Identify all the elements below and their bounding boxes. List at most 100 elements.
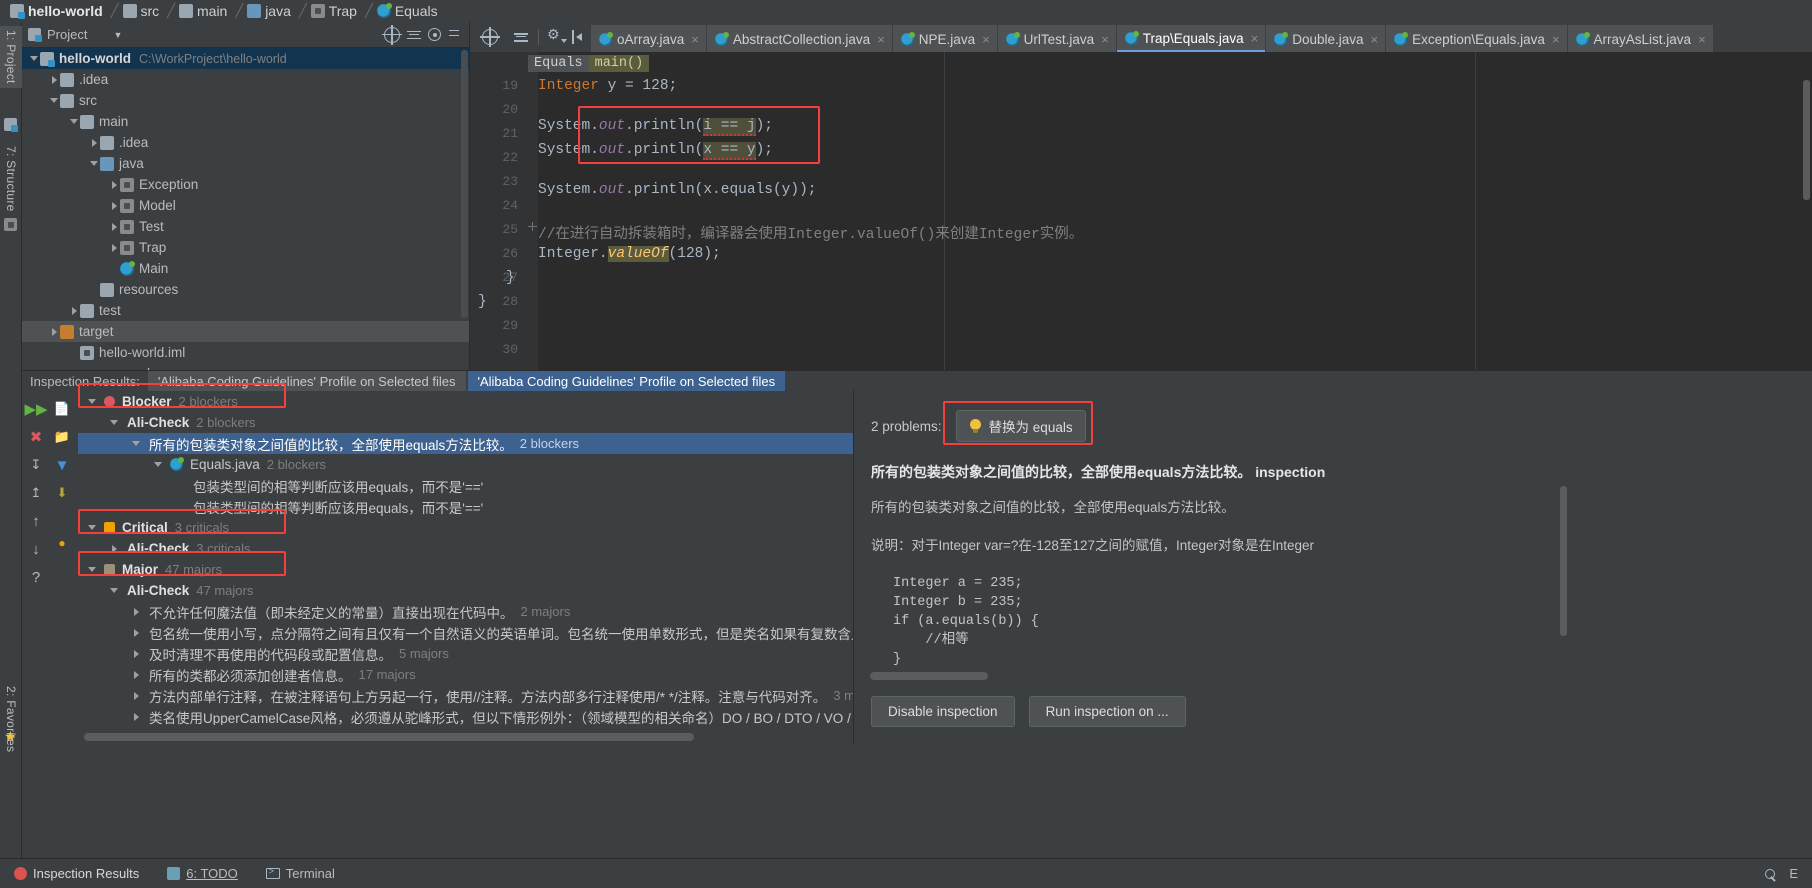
- project-tree-item[interactable]: hello-worldC:\WorkProject\hello-world: [22, 48, 469, 69]
- project-tree-item[interactable]: java: [22, 153, 469, 174]
- tree-toggle-down-icon[interactable]: [86, 525, 98, 530]
- next-occurrence-icon[interactable]: ↓: [26, 539, 46, 559]
- close-icon[interactable]: ×: [982, 32, 990, 47]
- project-tree-item[interactable]: Test: [22, 216, 469, 237]
- breadcrumb-item-java[interactable]: java: [245, 0, 297, 22]
- inspection-tree-item[interactable]: 包装类型间的相等判断应该用equals，而不是'==': [78, 496, 875, 517]
- tree-toggle-down-icon[interactable]: [86, 399, 98, 404]
- close-icon[interactable]: ×: [1698, 32, 1706, 47]
- code-viewport[interactable]: 192021222324252627282930 Equals main() I…: [470, 52, 1812, 370]
- tree-toggle-right-icon[interactable]: [108, 223, 120, 231]
- detail-vertical-scrollbar[interactable]: [1560, 486, 1567, 636]
- tree-toggle-right-icon[interactable]: [108, 202, 120, 210]
- inspection-horizontal-scrollbar[interactable]: [84, 733, 694, 741]
- inspection-tree-item[interactable]: Ali-Check2 blockers: [78, 412, 875, 433]
- tree-toggle-down-icon[interactable]: [88, 161, 100, 166]
- tree-toggle-right-icon[interactable]: [108, 181, 120, 189]
- inspection-tree-item[interactable]: 包名统一使用小写，点分隔符之间有且仅有一个自然语义的英语单词。包名统一使用单数形…: [78, 622, 875, 643]
- editor-tab[interactable]: AbstractCollection.java×: [707, 25, 892, 52]
- tree-toggle-right-icon[interactable]: [130, 713, 142, 721]
- gear-icon[interactable]: [428, 28, 441, 41]
- editor-tab[interactable]: oArray.java×: [591, 25, 706, 52]
- filter-icon[interactable]: ▼: [52, 455, 72, 475]
- status-todo[interactable]: 6: TODO: [153, 866, 252, 881]
- close-icon[interactable]: ×: [1552, 32, 1560, 47]
- help-icon[interactable]: ?: [26, 567, 46, 587]
- inspection-tree-item[interactable]: 包装类型间的相等判断应该用equals，而不是'==': [78, 475, 875, 496]
- sidebar-tab-project[interactable]: 1: Project: [0, 26, 22, 88]
- split-editor-icon[interactable]: [571, 30, 585, 44]
- editor-tab[interactable]: NPE.java×: [893, 25, 997, 52]
- collapse-all-icon[interactable]: ↥: [26, 483, 46, 503]
- tree-toggle-down-icon[interactable]: [48, 98, 60, 103]
- detail-horizontal-scrollbar[interactable]: [870, 672, 988, 680]
- tree-toggle-down-icon[interactable]: [86, 567, 98, 572]
- close-icon[interactable]: ×: [691, 32, 699, 47]
- editor-tab[interactable]: UrlTest.java×: [998, 25, 1116, 52]
- breadcrumb-item-hello-world[interactable]: hello-world: [8, 0, 109, 22]
- status-terminal[interactable]: Terminal: [252, 866, 349, 881]
- inspection-tree-item[interactable]: Ali-Check3 criticals: [78, 538, 875, 559]
- export-icon[interactable]: 📄: [52, 399, 72, 419]
- project-tree-item[interactable]: .idea: [22, 69, 469, 90]
- inspection-tree-item[interactable]: 所有的类都必须添加创建者信息。17 majors: [78, 664, 875, 685]
- inspection-tree-item[interactable]: 所有的包装类对象之间值的比较，全部使用equals方法比较。2 blockers: [78, 433, 875, 454]
- close-icon[interactable]: ×: [1101, 32, 1109, 47]
- scroll-to-source-icon[interactable]: [482, 29, 498, 45]
- run-inspection-button[interactable]: Run inspection on ...: [1029, 696, 1186, 727]
- editor-tab[interactable]: Double.java×: [1266, 25, 1385, 52]
- tree-toggle-down-icon[interactable]: [108, 588, 120, 593]
- inspection-tree-item[interactable]: Major47 majors: [78, 559, 875, 580]
- tree-toggle-right-icon[interactable]: [130, 629, 142, 637]
- tree-toggle-right-icon[interactable]: [130, 692, 142, 700]
- tree-toggle-down-icon[interactable]: [68, 119, 80, 124]
- chevron-down-icon[interactable]: ▼: [113, 30, 122, 40]
- sidebar-tab-favorites[interactable]: 2: Favorites: [0, 682, 22, 756]
- editor-tab[interactable]: ArrayAsList.java×: [1568, 25, 1713, 52]
- inspection-tree-item[interactable]: 不允许任何魔法值（即未经定义的常量）直接出现在代码中。2 majors: [78, 601, 875, 622]
- project-tree-item[interactable]: Exception: [22, 174, 469, 195]
- close-icon[interactable]: ×: [1251, 31, 1259, 46]
- scroll-from-source-icon[interactable]: [384, 27, 400, 43]
- tree-toggle-right-icon[interactable]: [48, 76, 60, 84]
- breadcrumb-item-equals[interactable]: Equals: [375, 0, 444, 22]
- editor-vertical-scrollbar[interactable]: [1803, 80, 1810, 200]
- settings-gear-icon[interactable]: [548, 30, 562, 44]
- project-tree-item[interactable]: target: [22, 321, 469, 342]
- sidebar-tab-structure[interactable]: 7: Structure: [0, 142, 22, 216]
- download-icon[interactable]: ⬇: [52, 483, 72, 503]
- folder-icon[interactable]: 📁: [52, 427, 72, 447]
- project-tree[interactable]: hello-worldC:\WorkProject\hello-world.id…: [22, 48, 469, 370]
- disable-inspection-button[interactable]: Disable inspection: [871, 696, 1015, 727]
- breadcrumb-item-main[interactable]: main: [177, 0, 233, 22]
- inspection-tree-item[interactable]: Equals.java2 blockers: [78, 454, 875, 475]
- project-tree-item[interactable]: Model: [22, 195, 469, 216]
- tree-toggle-right-icon[interactable]: [88, 139, 100, 147]
- project-scrollbar[interactable]: [461, 50, 468, 318]
- close-icon[interactable]: ✖: [26, 427, 46, 447]
- inspection-tree-item[interactable]: 类名使用UpperCamelCase风格，必须遵从驼峰形式，但以下情形例外：（领…: [78, 706, 875, 725]
- close-icon[interactable]: ×: [877, 32, 885, 47]
- project-tree-item[interactable]: Main: [22, 258, 469, 279]
- tree-toggle-right-icon[interactable]: [108, 244, 120, 252]
- tree-toggle-right-icon[interactable]: [68, 307, 80, 315]
- tree-toggle-right-icon[interactable]: [108, 545, 120, 553]
- inspection-profile-tab-2[interactable]: 'Alibaba Coding Guidelines' Profile on S…: [468, 371, 786, 391]
- collapse-all-icon[interactable]: [406, 27, 422, 43]
- project-tree-item[interactable]: src: [22, 90, 469, 111]
- inspection-tree-item[interactable]: 及时清理不再使用的代码段或配置信息。5 majors: [78, 643, 875, 664]
- prev-occurrence-icon[interactable]: ↑: [26, 511, 46, 531]
- inspection-tree-item[interactable]: Critical3 criticals: [78, 517, 875, 538]
- tree-toggle-right-icon[interactable]: [130, 608, 142, 616]
- tree-toggle-down-icon[interactable]: [152, 462, 164, 467]
- editor-tab[interactable]: Trap\Equals.java×: [1117, 25, 1265, 52]
- close-icon[interactable]: ×: [1371, 32, 1379, 47]
- inspection-profile-tab-1[interactable]: 'Alibaba Coding Guidelines' Profile on S…: [148, 371, 466, 391]
- code-breadcrumb-method[interactable]: main(): [589, 55, 650, 72]
- inspection-tree-item[interactable]: 方法内部单行注释，在被注释语句上方另起一行，使用//注释。方法内部多行注释使用/…: [78, 685, 875, 706]
- editor-tab[interactable]: Exception\Equals.java×: [1386, 25, 1566, 52]
- project-tree-item[interactable]: test: [22, 300, 469, 321]
- hide-panel-icon[interactable]: [447, 27, 463, 43]
- expand-all-icon[interactable]: ↧: [26, 455, 46, 475]
- fold-marker-icon[interactable]: [528, 222, 537, 231]
